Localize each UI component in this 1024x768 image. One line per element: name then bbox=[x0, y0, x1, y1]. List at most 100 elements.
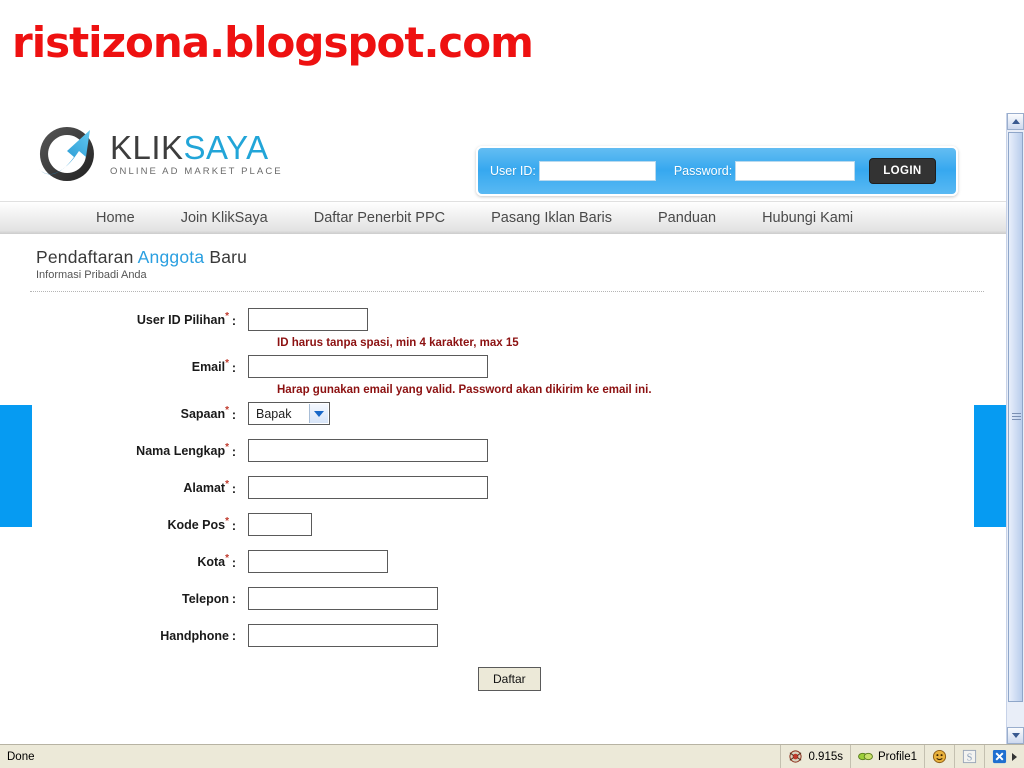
label-handphone-text: Handphone bbox=[160, 628, 229, 643]
nav-item-hubungi-kami[interactable]: Hubungi Kami bbox=[762, 210, 853, 226]
input-alamat[interactable] bbox=[248, 476, 488, 499]
label-kota: Kota*: bbox=[0, 553, 248, 569]
status-message: Done bbox=[7, 750, 35, 763]
daftar-button[interactable]: Daftar bbox=[478, 667, 541, 691]
label-userid: User ID Pilihan*: bbox=[0, 311, 248, 327]
load-time-value: 0.915s bbox=[808, 750, 843, 763]
input-telepon[interactable] bbox=[248, 587, 438, 610]
page-title-pre: Pendaftaran bbox=[36, 247, 138, 267]
label-sapaan-text: Sapaan bbox=[180, 407, 226, 422]
nav-item-home[interactable]: Home bbox=[96, 210, 135, 226]
select-sapaan-value: Bapak bbox=[256, 406, 292, 421]
form-row-alamat: Alamat*: bbox=[0, 476, 1006, 499]
logo-klik: KLIK bbox=[110, 129, 184, 167]
label-telepon-text: Telepon bbox=[182, 591, 229, 606]
input-userid[interactable] bbox=[248, 308, 368, 331]
nav-item-panduan[interactable]: Panduan bbox=[658, 210, 716, 226]
label-colon: : bbox=[231, 313, 237, 328]
select-sapaan[interactable]: Bapak bbox=[248, 402, 330, 425]
label-colon: : bbox=[231, 628, 237, 643]
login-button[interactable]: LOGIN bbox=[869, 158, 936, 184]
s-badge-cell[interactable]: S bbox=[954, 744, 984, 768]
profile-cell[interactable]: Profile1 bbox=[850, 744, 924, 768]
profile-name: Profile1 bbox=[878, 750, 917, 763]
label-alamat: Alamat*: bbox=[0, 479, 248, 495]
label-colon: : bbox=[231, 591, 237, 606]
nav-item-join-kliksaya[interactable]: Join KlikSaya bbox=[181, 210, 268, 226]
web-page: KLIKSAYA ONLINE AD MARKET PLACE User ID:… bbox=[0, 113, 1006, 744]
label-colon: : bbox=[231, 481, 237, 496]
form-row-sapaan: Sapaan*: Bapak bbox=[0, 402, 1006, 425]
site-header: KLIKSAYA ONLINE AD MARKET PLACE User ID:… bbox=[0, 113, 1006, 201]
login-password-label: Password: bbox=[673, 164, 733, 178]
submit-row: Daftar bbox=[0, 667, 1006, 691]
input-nama-lengkap[interactable] bbox=[248, 439, 488, 462]
label-colon: : bbox=[231, 444, 237, 459]
s-badge-icon: S bbox=[962, 749, 977, 763]
x-badge-cell[interactable] bbox=[984, 744, 1024, 768]
spider-icon bbox=[789, 750, 803, 763]
label-colon: : bbox=[231, 518, 237, 533]
logo-saya: SAYA bbox=[183, 129, 269, 167]
label-colon: : bbox=[231, 360, 237, 375]
scroll-up-button[interactable] bbox=[1007, 113, 1024, 130]
input-kota[interactable] bbox=[248, 550, 388, 573]
label-sapaan: Sapaan*: bbox=[0, 405, 248, 421]
scroll-down-button[interactable] bbox=[1007, 727, 1024, 744]
nav-item-pasang-iklan-baris[interactable]: Pasang Iklan Baris bbox=[491, 210, 612, 226]
input-email[interactable] bbox=[248, 355, 488, 378]
login-password-input[interactable] bbox=[735, 161, 856, 181]
scrollbar-thumb[interactable] bbox=[1008, 132, 1023, 702]
label-nama-lengkap-text: Nama Lengkap bbox=[136, 444, 226, 459]
page-title: Pendaftaran Anggota Baru bbox=[36, 247, 1006, 268]
form-row-nama-lengkap: Nama Lengkap*: bbox=[0, 439, 1006, 462]
smiley-icon bbox=[932, 749, 947, 764]
status-bar: Done 0.915s Profile1 S bbox=[0, 744, 1024, 768]
label-telepon: Telepon: bbox=[0, 592, 248, 606]
vertical-scrollbar[interactable] bbox=[1006, 113, 1024, 744]
scrollbar-grip-icon bbox=[1012, 413, 1021, 421]
label-colon: : bbox=[231, 555, 237, 570]
overflow-arrow-icon[interactable] bbox=[1012, 752, 1017, 761]
form-row-email: Email*: bbox=[0, 355, 1006, 378]
logo-wordmark: KLIKSAYA ONLINE AD MARKET PLACE bbox=[110, 131, 283, 177]
label-kode-pos-text: Kode Pos bbox=[167, 518, 226, 533]
smiley-cell[interactable] bbox=[924, 744, 954, 768]
login-bar: User ID: Password: LOGIN bbox=[476, 146, 958, 196]
watermark-text: ristizona.blogspot.com bbox=[12, 18, 534, 67]
mask-icon bbox=[858, 752, 873, 761]
label-nama-lengkap: Nama Lengkap*: bbox=[0, 442, 248, 458]
browser-window: ristizona.blogspot.com KLIKSAYA ONLINE A… bbox=[0, 0, 1024, 768]
label-email-text: Email bbox=[191, 360, 226, 375]
load-time-cell[interactable]: 0.915s bbox=[780, 744, 850, 768]
login-userid-input[interactable] bbox=[538, 161, 656, 181]
label-kota-text: Kota bbox=[197, 555, 226, 570]
form-row-telepon: Telepon: bbox=[0, 587, 1006, 610]
input-handphone[interactable] bbox=[248, 624, 438, 647]
label-handphone: Handphone: bbox=[0, 629, 248, 643]
kliksaya-logo-icon bbox=[34, 121, 100, 187]
label-userid-text: User ID Pilihan bbox=[136, 313, 226, 328]
page-title-highlight: Anggota bbox=[137, 247, 205, 267]
hint-userid: ID harus tanpa spasi, min 4 karakter, ma… bbox=[277, 337, 519, 349]
login-userid-label: User ID: bbox=[490, 164, 536, 178]
page-title-post: Baru bbox=[204, 247, 248, 267]
svg-text:S: S bbox=[967, 752, 973, 763]
chevron-down-icon[interactable] bbox=[309, 404, 328, 423]
page-subtitle: Informasi Pribadi Anda bbox=[36, 269, 147, 281]
label-alamat-text: Alamat bbox=[183, 481, 226, 496]
label-email: Email*: bbox=[0, 358, 248, 374]
page-content: Pendaftaran Anggota Baru Informasi Priba… bbox=[0, 234, 1006, 734]
form-row-userid: User ID Pilihan*: bbox=[0, 308, 1006, 331]
x-badge-icon bbox=[992, 749, 1007, 764]
hint-email: Harap gunakan email yang valid. Password… bbox=[277, 384, 652, 396]
nav-item-daftar-penerbit-ppc[interactable]: Daftar Penerbit PPC bbox=[314, 210, 445, 226]
form-row-kode-pos: Kode Pos*: bbox=[0, 513, 1006, 536]
main-navigation: Home Join KlikSaya Daftar Penerbit PPC P… bbox=[0, 201, 1006, 234]
form-row-kota: Kota*: bbox=[0, 550, 1006, 573]
site-logo[interactable]: KLIKSAYA ONLINE AD MARKET PLACE bbox=[34, 121, 283, 187]
page-title-block: Pendaftaran Anggota Baru Informasi Priba… bbox=[0, 234, 1006, 287]
registration-form: User ID Pilihan*: ID harus tanpa spasi, … bbox=[0, 292, 1006, 691]
label-kode-pos: Kode Pos*: bbox=[0, 516, 248, 532]
input-kode-pos[interactable] bbox=[248, 513, 312, 536]
